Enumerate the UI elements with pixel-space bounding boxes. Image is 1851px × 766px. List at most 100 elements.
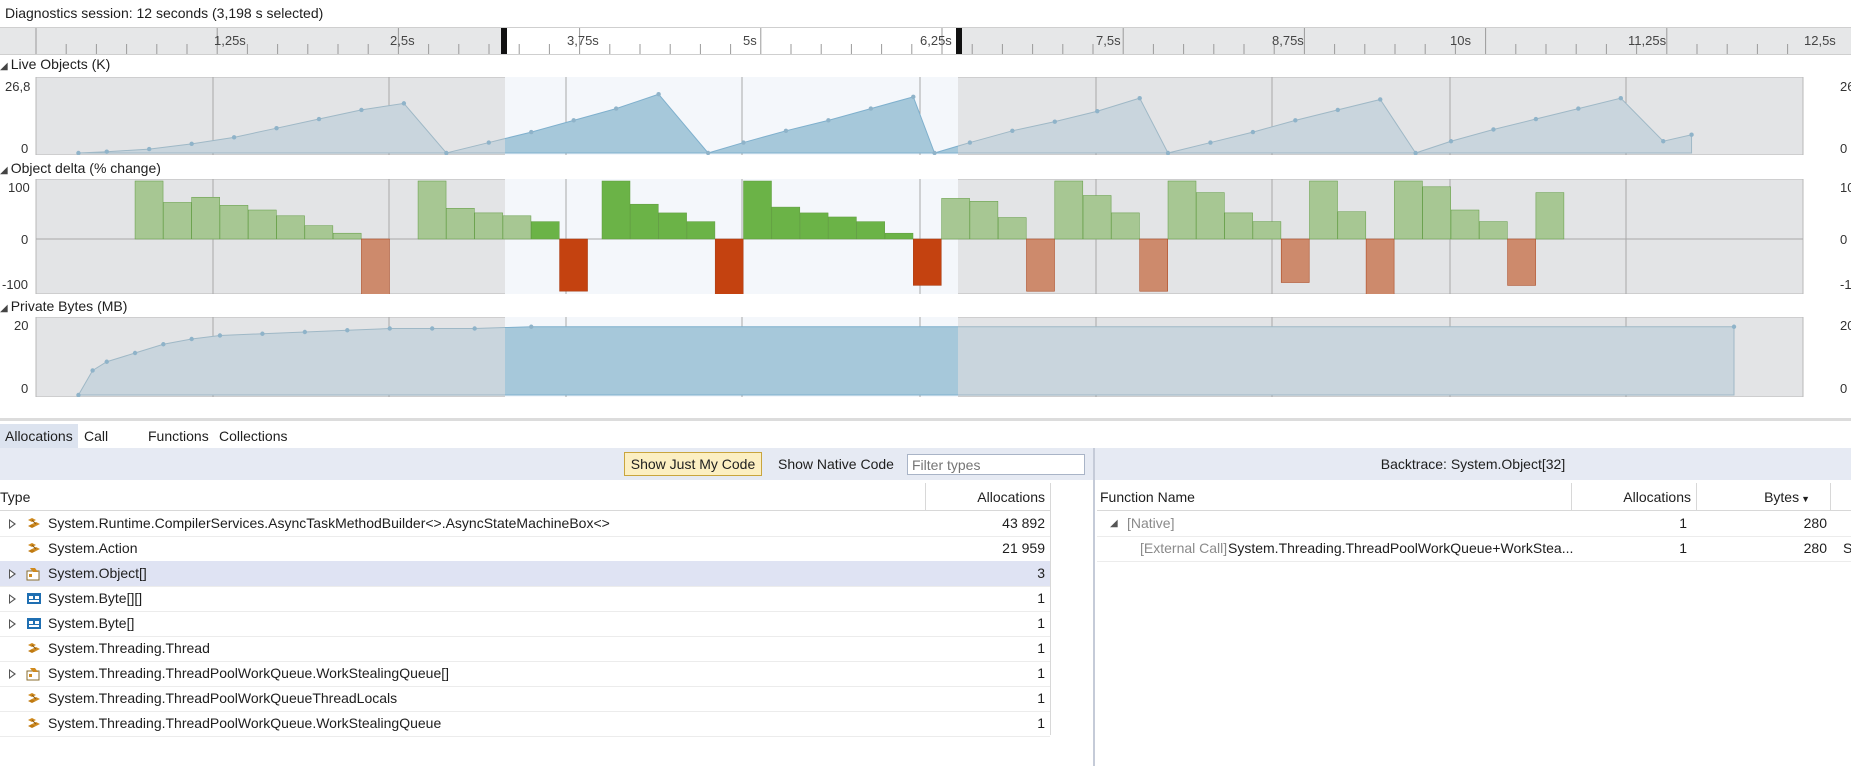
backtrace-row[interactable]: ◢ [Native] 1 280 — [1097, 511, 1851, 537]
type-name: System.Threading.Thread — [48, 640, 210, 656]
data-point — [76, 150, 81, 155]
expand-icon[interactable] — [9, 669, 16, 679]
data-point — [1010, 128, 1015, 133]
timeline-ruler[interactable]: 1,25s 2,5s 3,75s 5s 6,25s 7,5s 8,75s 10s 11,25s 1… — [0, 27, 1851, 55]
data-point — [1165, 150, 1171, 155]
positive-bar — [502, 215, 532, 240]
expand-icon[interactable] — [9, 569, 16, 579]
data-point — [260, 331, 265, 336]
data-point — [826, 118, 831, 123]
data-point — [1618, 95, 1624, 101]
object-delta-chart[interactable] — [0, 179, 1851, 294]
data-point — [783, 128, 789, 133]
table-row[interactable]: System.Action 21 959 — [0, 536, 1050, 562]
class-icon — [26, 641, 42, 656]
session-title: Diagnostics session: 12 seconds (3,198 s… — [5, 5, 324, 21]
allocation-count: 1 — [1037, 640, 1045, 656]
array-icon — [26, 666, 42, 681]
data-point — [967, 140, 973, 145]
table-row[interactable]: System.Byte[] 1 — [0, 611, 1050, 637]
ruler-label: 7,5s — [1096, 33, 1121, 48]
collapse-icon: ◢ — [0, 165, 8, 176]
positive-bar — [1309, 180, 1338, 240]
ruler-label: 2,5s — [390, 33, 415, 48]
ruler-ticks: 1,25s 2,5s 3,75s 5s 6,25s 7,5s 8,75s 10s 11,25s 1… — [35, 28, 1836, 54]
data-point — [529, 129, 534, 135]
backtrace-bytes: 280 — [1803, 515, 1827, 531]
data-point — [1448, 139, 1454, 144]
positive-bar — [1111, 212, 1140, 240]
type-name: System.Threading.ThreadPoolWorkQueue.Wor… — [48, 715, 442, 731]
data-point — [529, 324, 534, 329]
show-just-my-code-button[interactable]: Show Just My Code — [624, 452, 762, 476]
table-row[interactable]: System.Object[] 3 — [0, 561, 1050, 587]
type-column-header[interactable]: Type — [0, 483, 30, 511]
negative-bar — [361, 238, 390, 294]
data-point — [1378, 97, 1383, 102]
column-separator — [1830, 483, 1831, 511]
live-objects-chart[interactable] — [0, 77, 1851, 155]
positive-bar — [304, 225, 334, 240]
backtrace-title: Backtrace: System.Object[32] — [1380, 456, 1566, 472]
data-point — [1491, 127, 1496, 132]
expand-icon[interactable] — [9, 619, 16, 629]
expand-icon[interactable] — [9, 519, 16, 529]
array-icon — [26, 566, 42, 581]
data-point — [1293, 118, 1298, 123]
private-bytes-header[interactable]: ◢ Private Bytes (MB) — [0, 298, 127, 314]
data-point — [571, 118, 576, 123]
object-delta-title: Object delta (% change) — [10, 160, 161, 176]
positive-bar — [417, 180, 447, 240]
tab-call-tree[interactable]: Call Tree — [79, 424, 117, 468]
expand-icon[interactable] — [9, 594, 16, 604]
panel-splitter[interactable] — [0, 418, 1851, 421]
table-row[interactable]: System.Threading.ThreadPoolWorkQueue.Wor… — [0, 711, 1050, 737]
pane-divider[interactable] — [1093, 448, 1095, 766]
collapse-icon: ◢ — [0, 61, 8, 72]
type-name: System.Threading.ThreadPoolWorkQueue.Wor… — [48, 665, 450, 681]
table-row[interactable]: System.Runtime.CompilerServices.AsyncTas… — [0, 511, 1050, 537]
collapse-icon[interactable]: ◢ — [1110, 511, 1118, 536]
data-point — [705, 150, 711, 155]
tab-allocations[interactable]: Allocations — [0, 424, 78, 448]
positive-bar — [1535, 192, 1565, 240]
table-row[interactable]: System.Threading.ThreadPoolWorkQueue.Wor… — [0, 661, 1050, 687]
data-point — [189, 336, 194, 342]
positive-bar — [219, 205, 249, 240]
positive-bar — [1479, 221, 1508, 240]
collapse-icon: ◢ — [0, 303, 8, 314]
tab-collections[interactable]: Collections — [214, 424, 292, 448]
positive-bar — [1422, 186, 1451, 240]
positive-bar — [630, 203, 659, 240]
type-name: System.Threading.ThreadPoolWorkQueueThre… — [48, 690, 398, 706]
table-row[interactable]: System.Threading.ThreadPoolWorkQueueThre… — [0, 686, 1050, 712]
positive-bar — [884, 232, 914, 240]
ruler-label: 6,25s — [920, 33, 952, 48]
bytes-column-header[interactable]: Bytes ▼ — [1700, 483, 1810, 511]
positive-bar — [743, 180, 772, 240]
backtrace-allocations-column-header[interactable]: Allocations — [1571, 483, 1691, 511]
table-row[interactable]: System.Threading.Thread 1 — [0, 636, 1050, 662]
show-native-code-button[interactable]: Show Native Code — [778, 452, 894, 476]
type-name: System.Action — [48, 540, 138, 556]
bytes-header-label: Bytes — [1764, 489, 1800, 505]
positive-bar — [1196, 192, 1225, 240]
ruler-label: 8,75s — [1272, 33, 1304, 48]
private-bytes-chart[interactable] — [0, 317, 1851, 397]
negative-bar — [714, 238, 744, 294]
struct-icon — [26, 616, 42, 631]
data-point — [1731, 324, 1737, 329]
object-delta-header[interactable]: ◢ Object delta (% change) — [0, 160, 161, 176]
tab-functions[interactable]: Functions — [143, 424, 214, 448]
live-objects-header[interactable]: ◢ Live Objects (K) — [0, 56, 110, 72]
positive-bar — [941, 198, 970, 240]
positive-bar — [1054, 180, 1084, 240]
table-row[interactable]: System.Byte[][] 1 — [0, 586, 1050, 612]
function-name-column-header[interactable]: Function Name — [1100, 483, 1195, 511]
negative-bar — [559, 238, 588, 292]
backtrace-bytes: 280 — [1803, 540, 1827, 556]
backtrace-row[interactable]: [External Call] System.Threading.ThreadPo… — [1097, 536, 1851, 562]
allocations-column-header[interactable]: Allocations — [925, 483, 1045, 511]
filter-types-input[interactable] — [907, 454, 1085, 475]
positive-bar — [248, 209, 277, 240]
